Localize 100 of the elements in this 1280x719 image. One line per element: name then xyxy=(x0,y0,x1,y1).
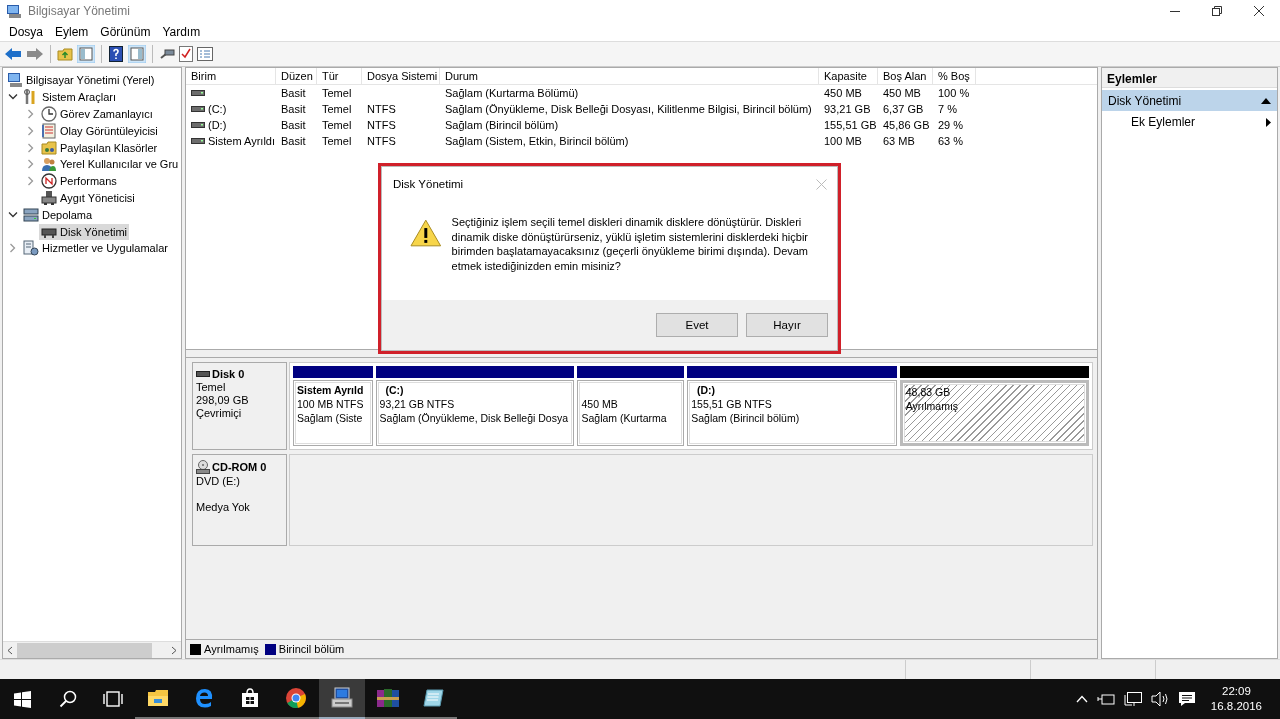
users-icon xyxy=(41,156,57,173)
tree-item[interactable]: Paylaşılan Klasörler xyxy=(39,139,160,156)
tree-item[interactable]: Aygıt Yöneticisi xyxy=(39,189,137,206)
pane-toggle-icon[interactable] xyxy=(77,45,95,63)
column-header[interactable]: Düzen xyxy=(276,68,317,84)
file-explorer-icon[interactable] xyxy=(147,689,169,707)
menu-item[interactable]: Görünüm xyxy=(94,24,157,39)
tree-item[interactable]: Olay Görüntüleyicisi xyxy=(39,122,160,139)
partition-block[interactable]: (C:) 93,21 GB NTFS Sağlam (Önyükleme, Disk Belleği Dosya xyxy=(375,380,575,446)
notification-icon[interactable] xyxy=(1177,691,1196,707)
tree-item[interactable]: Bilgisayar Yönetimi (Yerel) xyxy=(5,72,157,89)
dialog-title: Disk Yönetimi xyxy=(393,178,464,190)
back-arrow-icon[interactable] xyxy=(4,46,22,62)
menu-item[interactable]: Yardım xyxy=(156,24,207,39)
section-label: Disk Yönetimi xyxy=(1108,93,1182,108)
partition-block[interactable]: 450 MB Sağlam (Kurtarma xyxy=(577,380,685,446)
tree-item[interactable]: Depolama xyxy=(21,206,95,223)
windows-logo-icon[interactable] xyxy=(14,690,31,708)
menu-item[interactable]: Dosya xyxy=(3,24,49,39)
actions-section-header[interactable]: Disk Yönetimi xyxy=(1102,90,1277,111)
table-cell: Sağlam (Kurtarma Bölümü) xyxy=(445,87,579,99)
gauge-icon xyxy=(41,173,57,190)
column-header[interactable]: Boş Alan xyxy=(878,68,933,84)
storage-icon xyxy=(23,206,39,223)
collapse-icon[interactable] xyxy=(1261,97,1271,104)
books-archive-icon[interactable] xyxy=(376,688,400,708)
notepad-icon[interactable] xyxy=(423,688,445,708)
partition-size: 48,83 GB xyxy=(905,386,952,399)
table-row[interactable]: (D:) Basit Temel NTFS Sağlam (Birincil bölüm) 155,51 GB 45,86 GB 29 % xyxy=(186,117,1097,133)
partition-title: (D:) xyxy=(696,384,717,397)
checklist-icon[interactable] xyxy=(179,46,193,62)
action-link[interactable]: Ek Eylemler xyxy=(1131,115,1195,129)
tree-item[interactable]: Yerel Kullanıcılar ve Gru xyxy=(39,156,181,173)
column-header[interactable]: % Boş xyxy=(933,68,976,84)
chevron-up-icon[interactable] xyxy=(1075,695,1088,703)
restore-icon[interactable] xyxy=(1212,6,1222,16)
device-icon xyxy=(41,189,57,206)
network-icon[interactable] xyxy=(1123,691,1142,707)
partition-size: 155,51 GB NTFS xyxy=(691,398,773,411)
column-header[interactable]: Dosya Sistemi xyxy=(362,68,440,84)
cd-drive-icon xyxy=(196,460,210,474)
table-cell: NTFS xyxy=(367,135,396,147)
computer-management-icon[interactable] xyxy=(330,687,354,709)
table-cell: Sağlam (Önyükleme, Disk Belleği Dosyası, Kilitlenme Bilgisi, Birincil bölüm) xyxy=(445,103,812,115)
table-cell: NTFS xyxy=(367,119,396,131)
tree-item[interactable]: Performans xyxy=(39,173,119,190)
taskbar-button[interactable] xyxy=(319,679,365,719)
forward-arrow-icon[interactable] xyxy=(26,46,44,62)
clock-date[interactable]: 16.8.2016 xyxy=(1210,699,1262,714)
menu-item[interactable]: Eylem xyxy=(49,24,95,39)
actions-title: Eylemler xyxy=(1102,68,1277,88)
computer-icon xyxy=(7,72,23,89)
dialog-button[interactable]: Hayır xyxy=(746,313,828,337)
column-header[interactable]: Birim xyxy=(186,68,276,84)
table-cell: Basit xyxy=(281,135,306,147)
search-icon[interactable] xyxy=(58,690,77,708)
folder-up-icon[interactable] xyxy=(57,46,73,62)
log-icon xyxy=(41,122,57,139)
dialog-button[interactable]: Evet xyxy=(656,313,738,337)
partition-title: Sistem Ayrıld xyxy=(297,384,365,397)
table-cell: Basit xyxy=(281,87,306,99)
scrollbar-thumb[interactable] xyxy=(17,642,152,658)
table-cell: 450 MB xyxy=(883,87,921,99)
unallocated-space[interactable]: 48,83 GB Ayrılmamış xyxy=(899,380,1089,446)
column-header[interactable]: Kapasite xyxy=(819,68,878,84)
tree-item[interactable]: Disk Yönetimi xyxy=(39,223,130,240)
partition-block[interactable]: (D:) 155,51 GB NTFS Sağlam (Birincil bölüm) xyxy=(687,380,897,446)
properties-icon[interactable] xyxy=(197,47,213,61)
table-cell: 450 MB xyxy=(824,87,862,99)
tree-item[interactable]: Görev Zamanlayıcı xyxy=(39,106,155,122)
table-row[interactable]: Sistem Ayrıldı Basit Temel NTFS Sağlam (Sistem, Etkin, Birincil bölüm) 100 MB 63 MB 63 % xyxy=(186,133,1097,149)
tree-item[interactable]: Sistem Araçları xyxy=(21,89,118,106)
store-bag-icon[interactable] xyxy=(241,688,259,708)
connect-icon[interactable] xyxy=(159,46,175,62)
task-view-icon[interactable] xyxy=(102,691,123,707)
column-header[interactable]: Durum xyxy=(440,68,819,84)
table-row[interactable]: Basit Temel Sağlam (Kurtarma Bölümü) 450 MB 450 MB 100 % xyxy=(186,85,1097,101)
column-header[interactable]: Tür xyxy=(317,68,362,84)
table-cell: Temel xyxy=(322,135,352,147)
partition-block[interactable]: Sistem Ayrıld 100 MB NTFS Sağlam (Siste xyxy=(293,380,373,446)
table-cell: Temel xyxy=(322,87,352,99)
drive-icon xyxy=(191,105,205,113)
scroll-left-icon[interactable] xyxy=(7,645,13,655)
chevron-down-icon[interactable] xyxy=(8,210,18,219)
chevron-down-icon[interactable] xyxy=(8,93,18,102)
browser-circle-icon[interactable] xyxy=(285,687,307,709)
scroll-right-icon[interactable] xyxy=(171,645,177,655)
table-row[interactable]: (C:) Basit Temel NTFS Sağlam (Önyükleme, Disk Belleği Dosyası, Kilitlenme Bilgisi, Birincil bölüm) 93,21 GB 6,37 GB 7 % xyxy=(186,101,1097,117)
volume-icon[interactable] xyxy=(1150,691,1169,707)
partition-status: Sağlam (Birincil bölüm) xyxy=(691,412,801,425)
table-cell: 7 % xyxy=(938,103,957,115)
browser-e-icon[interactable] xyxy=(194,688,214,708)
tree-item[interactable]: Hizmetler ve Uygulamalar xyxy=(21,240,170,257)
power-plug-icon[interactable] xyxy=(1096,692,1115,706)
drive-icon xyxy=(191,137,205,145)
clock-time[interactable]: 22:09 xyxy=(1222,684,1251,699)
drive-icon xyxy=(191,89,205,97)
close-icon[interactable] xyxy=(1254,6,1264,16)
partition-size: 93,21 GB NTFS xyxy=(379,398,456,411)
help-icon[interactable] xyxy=(108,46,124,62)
